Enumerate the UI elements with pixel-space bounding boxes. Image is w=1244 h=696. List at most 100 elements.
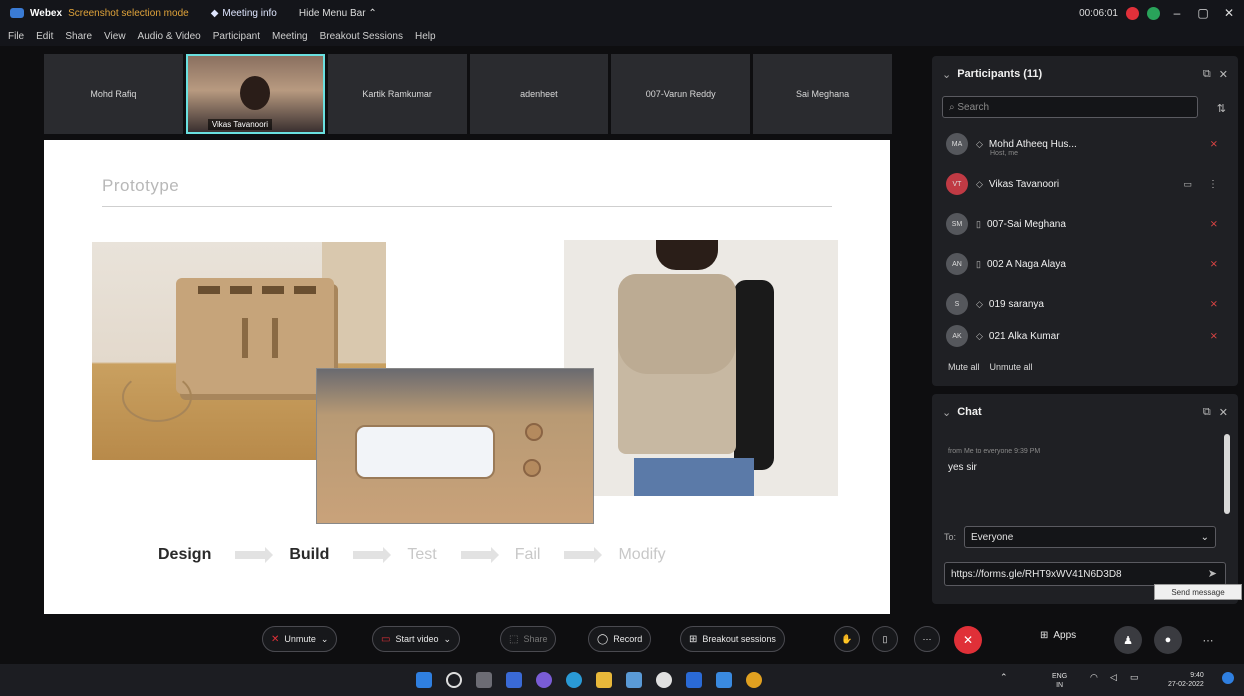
volume-icon[interactable]: ◁	[1110, 672, 1117, 683]
step-design: Design	[158, 546, 212, 563]
microwave-prototype-photo	[316, 368, 594, 524]
widgets-icon[interactable]	[506, 672, 522, 688]
participant-list: MA ◇ Mohd Atheeq Hus... Host, me ⨯ VT ◇ …	[932, 124, 1238, 348]
menu-view[interactable]: View	[104, 31, 126, 42]
share-label: Share	[523, 634, 548, 644]
battery-icon[interactable]: ▭	[1130, 672, 1139, 683]
video-tile[interactable]: Mohd Rafiq	[44, 54, 183, 134]
popout-icon[interactable]: ⧉	[1203, 68, 1211, 81]
lang-label: ENG	[1052, 673, 1068, 680]
popout-icon[interactable]: ⧉	[1203, 406, 1211, 419]
video-tile[interactable]: adenheet	[469, 54, 609, 134]
participant-row[interactable]: AN ▯ 002 A Naga Alaya ⨯	[932, 244, 1238, 284]
muted-mic-icon[interactable]: ⨯	[1210, 299, 1218, 310]
teams-icon[interactable]	[536, 672, 552, 688]
more-panels-button[interactable]: ⋯	[1194, 626, 1222, 654]
share-icon: ⬚	[509, 633, 519, 645]
region-label: IN	[1056, 682, 1064, 689]
arrow-icon	[460, 547, 499, 563]
notification-icon[interactable]	[1222, 672, 1234, 684]
file-explorer-icon[interactable]	[596, 672, 612, 688]
muted-mic-icon[interactable]: ⨯	[1210, 139, 1218, 150]
active-speaker-tile[interactable]: Vikas Tavanoori	[185, 54, 325, 134]
wifi-icon[interactable]: ◠	[1090, 672, 1098, 683]
menu-participant[interactable]: Participant	[213, 31, 260, 42]
video-tile[interactable]: Kartik Ramkumar	[327, 54, 467, 134]
share-button[interactable]: ⬚ Share	[500, 626, 557, 652]
participants-toggle[interactable]: ♟	[1114, 626, 1142, 654]
date-label: 27-02-2022	[1168, 681, 1204, 688]
device-icon: ◇	[976, 298, 983, 309]
muted-mic-icon[interactable]: ⨯	[1210, 219, 1218, 230]
captions-button[interactable]: ▯	[872, 626, 898, 652]
participant-row[interactable]: SM ▯ 007-Sai Meghana ⨯	[932, 204, 1238, 244]
clock[interactable]: 9:40 27-02-2022	[1168, 671, 1204, 689]
participants-title: Participants (11)	[957, 68, 1043, 80]
participant-row[interactable]: MA ◇ Mohd Atheeq Hus... Host, me ⨯	[932, 124, 1238, 164]
muted-mic-icon[interactable]: ⨯	[1210, 331, 1218, 342]
chrome-icon[interactable]	[746, 672, 762, 688]
avatar: AN	[946, 253, 968, 275]
maximize-icon[interactable]: ▢	[1194, 6, 1212, 20]
collapse-chevron-icon[interactable]: ⌄	[942, 406, 951, 419]
minimize-icon[interactable]: –	[1168, 6, 1186, 20]
title-bar: Webex Screenshot selection mode ◆ Meetin…	[0, 0, 1244, 26]
video-tile[interactable]: 007-Varun Reddy	[611, 54, 751, 134]
hide-menu-bar-button[interactable]: Hide Menu Bar ⌃	[299, 8, 377, 19]
mail-icon[interactable]	[686, 672, 702, 688]
participant-row[interactable]: AK ◇ 021 Alka Kumar ⨯	[932, 324, 1238, 348]
more-options-button[interactable]: ⋯	[914, 626, 940, 652]
tray-chevron-icon[interactable]: ⌃	[1000, 672, 1008, 683]
windows-taskbar: ⌃ ENG IN ◠ ◁ ▭ 9:40 27-02-2022	[0, 664, 1244, 696]
leave-meeting-button[interactable]: ✕	[954, 626, 982, 654]
menu-file[interactable]: File	[8, 31, 24, 42]
menu-help[interactable]: Help	[415, 31, 436, 42]
menu-edit[interactable]: Edit	[36, 31, 53, 42]
menu-share[interactable]: Share	[65, 31, 92, 42]
video-off-icon: ▭	[381, 633, 391, 645]
store-icon[interactable]	[626, 672, 642, 688]
mute-all-button[interactable]: Mute all	[948, 362, 980, 372]
collapse-chevron-icon[interactable]: ⌄	[942, 68, 951, 81]
participant-name: 002 A Naga Alaya	[986, 258, 1066, 270]
meeting-info-button[interactable]: ◆ Meeting info	[211, 8, 277, 19]
chat-toggle[interactable]: ●	[1154, 626, 1182, 654]
mic-icon[interactable]: ⋮	[1208, 179, 1218, 190]
menu-meeting[interactable]: Meeting	[272, 31, 308, 42]
process-flow: Design Build Test Fail Modify	[158, 540, 758, 570]
breakout-label: Breakout sessions	[702, 634, 776, 644]
chat-input[interactable]: https://forms.gle/RHT9xWV41N6D3D8 ➤	[944, 562, 1226, 586]
participant-row[interactable]: S ◇ 019 saranya ⨯	[932, 284, 1238, 324]
edge-icon[interactable]	[566, 672, 582, 688]
recipient-select[interactable]: Everyone ⌄	[964, 526, 1217, 548]
menu-audio-video[interactable]: Audio & Video	[138, 31, 201, 42]
sort-icon[interactable]: ⇅	[1217, 102, 1226, 115]
close-icon[interactable]: ✕	[1220, 6, 1238, 20]
send-icon[interactable]: ➤	[1208, 567, 1217, 580]
webex-taskbar-icon[interactable]	[716, 672, 732, 688]
record-button[interactable]: ◯ Record	[588, 626, 652, 652]
participant-row[interactable]: VT ◇ Vikas Tavanoori ▭ ⋮	[932, 164, 1238, 204]
unmute-all-button[interactable]: Unmute all	[990, 362, 1033, 372]
muted-mic-icon[interactable]: ⨯	[1210, 259, 1218, 270]
search-icon[interactable]	[446, 672, 462, 688]
video-tile[interactable]: Sai Meghana	[753, 54, 892, 134]
chat-scrollbar[interactable]	[1224, 434, 1230, 514]
host-icon: ◇	[976, 138, 983, 149]
to-label: To:	[944, 532, 957, 542]
start-icon[interactable]	[416, 672, 432, 688]
breakout-sessions-button[interactable]: ⊞ Breakout sessions	[680, 626, 785, 652]
unmute-button[interactable]: ✕ Unmute ⌄	[262, 626, 338, 652]
language-indicator[interactable]: ENG IN	[1052, 672, 1067, 690]
participant-search-input[interactable]: ⌕ Search	[942, 96, 1198, 118]
menu-breakout[interactable]: Breakout Sessions	[320, 31, 403, 42]
close-panel-icon[interactable]: ✕	[1219, 68, 1228, 81]
start-video-button[interactable]: ▭ Start video ⌄	[372, 626, 461, 652]
apps-label: Apps	[1053, 630, 1077, 641]
app-icon[interactable]	[656, 672, 672, 688]
apps-button[interactable]: ⊞ Apps	[1040, 630, 1076, 641]
sharing-icon: ▭	[1183, 178, 1192, 189]
close-panel-icon[interactable]: ✕	[1219, 406, 1228, 419]
task-view-icon[interactable]	[476, 672, 492, 688]
reactions-button[interactable]: ✋	[834, 626, 860, 652]
